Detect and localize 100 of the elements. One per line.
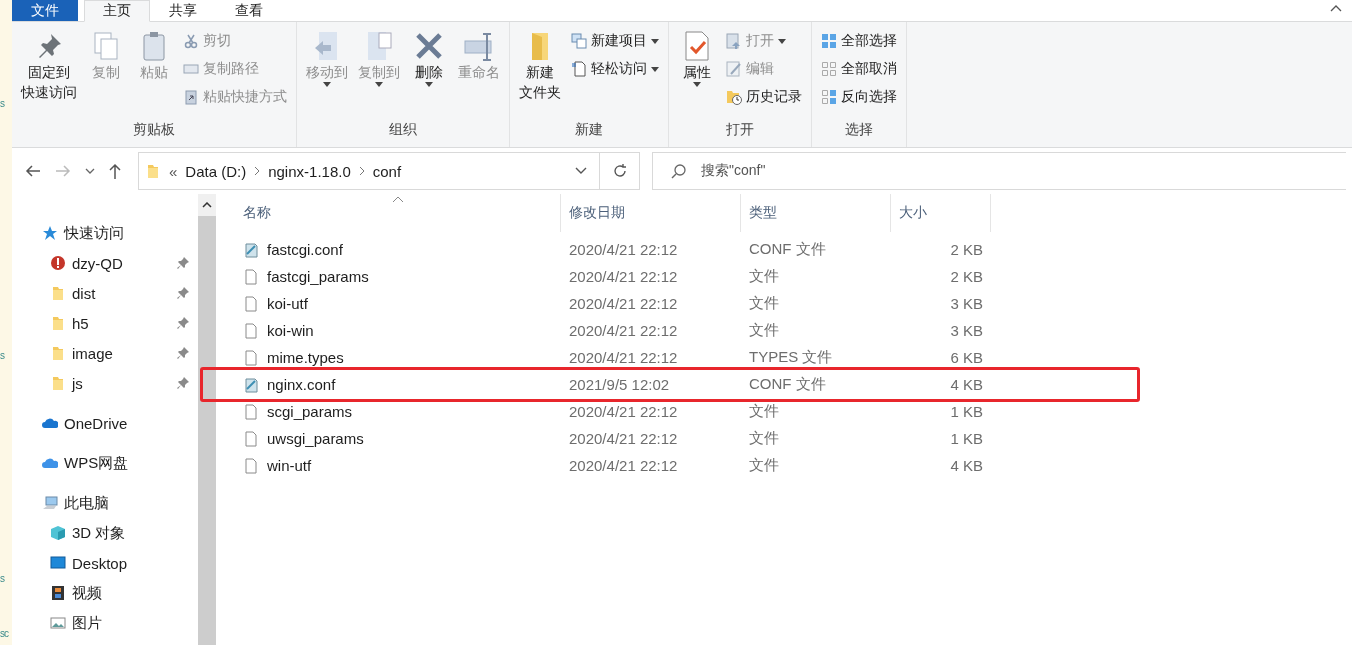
- sidebar-item[interactable]: Desktop: [12, 548, 198, 578]
- refresh-button[interactable]: [600, 152, 640, 190]
- file-name: uwsgi_params: [216, 430, 561, 447]
- file-name: fastcgi.conf: [216, 241, 561, 258]
- sidebar-item[interactable]: image: [12, 338, 198, 368]
- group-label: 组织: [388, 121, 418, 139]
- sidebar-item[interactable]: WPS网盘: [12, 448, 198, 478]
- size-cell-text: 1 KB: [949, 430, 984, 447]
- overflow-chevron[interactable]: «: [169, 162, 178, 180]
- column-header[interactable]: 类型: [741, 194, 891, 232]
- config-file-icon: [243, 376, 259, 393]
- ribbon-button[interactable]: 删除: [407, 28, 451, 89]
- breadcrumb[interactable]: conf: [372, 162, 402, 180]
- sidebar-item[interactable]: 快速访问: [12, 218, 198, 248]
- text-fragment: s: [0, 573, 6, 585]
- date-cell-text: 2020/4/21 22:12: [568, 241, 679, 258]
- file-row[interactable]: koi-utf 2020/4/21 22:12 文件 3 KB: [216, 290, 1352, 317]
- column-header[interactable]: 名称: [216, 194, 561, 232]
- size-cell-text: 4 KB: [949, 376, 984, 393]
- file-row[interactable]: win-utf 2020/4/21 22:12 文件 4 KB: [216, 452, 1352, 479]
- date-cell-text: 2021/9/5 12:02: [568, 376, 671, 393]
- address-bar[interactable]: « Data (D:) nginx-1.18.0 conf: [138, 152, 600, 190]
- file-row[interactable]: uwsgi_params 2020/4/21 22:12 文件 1 KB: [216, 425, 1352, 452]
- back-icon[interactable]: [25, 164, 41, 178]
- ribbon-button[interactable]: 全部选择: [818, 28, 900, 54]
- recent-caret-icon[interactable]: [85, 168, 95, 174]
- history-icon: [726, 89, 742, 105]
- size-cell-text: 6 KB: [949, 349, 984, 366]
- folder-icon: [145, 163, 161, 179]
- sidebar-item[interactable]: js: [12, 368, 198, 398]
- desktop-icon: [50, 555, 66, 571]
- file-row[interactable]: koi-win 2020/4/21 22:12 文件 3 KB: [216, 317, 1352, 344]
- sidebar-item[interactable]: h5: [12, 308, 198, 338]
- file-name: fastcgi_params: [216, 268, 561, 285]
- column-header[interactable]: 大小: [891, 194, 991, 232]
- invert-selection-icon: [821, 89, 837, 105]
- caret-icon: [323, 82, 331, 87]
- text-fragment: s: [0, 350, 6, 362]
- folder-icon: [50, 375, 66, 391]
- size-cell-text: 3 KB: [949, 322, 984, 339]
- file-name: koi-utf: [216, 295, 561, 312]
- date-cell-text: 2020/4/21 22:12: [568, 322, 679, 339]
- type-cell-text: CONF 文件: [748, 375, 827, 394]
- select-all-icon: [821, 33, 837, 49]
- ribbon-button[interactable]: 属性: [675, 28, 719, 89]
- refresh-icon: [611, 163, 628, 179]
- folder-icon: [50, 285, 66, 301]
- up-icon[interactable]: [109, 163, 121, 179]
- search-field[interactable]: 搜索"conf": [652, 152, 1346, 190]
- shortcut-icon: [183, 89, 199, 105]
- file-icon: [243, 349, 259, 366]
- text-fragment: sc: [0, 628, 10, 640]
- open-icon: [726, 33, 742, 49]
- film-icon: [50, 585, 66, 601]
- file-menu-tab[interactable]: 文件: [12, 0, 78, 21]
- path-icon: [183, 61, 199, 77]
- search-icon: [671, 163, 687, 179]
- size-cell-text: 2 KB: [949, 241, 984, 258]
- size-cell-text: 2 KB: [949, 268, 984, 285]
- caret-up-icon: [202, 202, 212, 208]
- caret-icon: [375, 82, 383, 87]
- type-cell-text: TYPES 文件: [748, 348, 834, 367]
- sidebar-item[interactable]: dist: [12, 278, 198, 308]
- computer-icon: [42, 495, 58, 511]
- ribbon-button[interactable]: 全部取消: [818, 56, 900, 82]
- sidebar-item[interactable]: dzy-QD: [12, 248, 198, 278]
- type-cell-text: 文件: [748, 267, 780, 286]
- breadcrumb[interactable]: nginx-1.18.0: [268, 162, 351, 180]
- column-header[interactable]: 修改日期: [561, 194, 741, 232]
- collapse-ribbon-icon[interactable]: [1330, 4, 1342, 12]
- sidebar-item[interactable]: 此电脑: [12, 488, 198, 518]
- ribbon-button[interactable]: 反向选择: [818, 84, 900, 110]
- date-cell-text: 2020/4/21 22:12: [568, 403, 679, 420]
- ribbon-tab[interactable]: 主页: [84, 0, 150, 22]
- size-cell-text: 3 KB: [949, 295, 984, 312]
- breadcrumb[interactable]: Data (D:): [185, 162, 247, 180]
- file-name: nginx.conf: [216, 376, 561, 393]
- scroll-up-button[interactable]: [198, 194, 216, 216]
- size-cell-text: 4 KB: [949, 457, 984, 474]
- file-name: mime.types: [216, 349, 561, 366]
- ribbon-button[interactable]: 新建项目: [568, 28, 662, 54]
- ribbon-button[interactable]: 新建 文件夹: [516, 28, 564, 104]
- dropdown-caret-icon[interactable]: [575, 167, 587, 175]
- scrollbar[interactable]: [198, 194, 216, 645]
- sidebar-item[interactable]: 3D 对象: [12, 518, 198, 548]
- ribbon-button[interactable]: 历史记录: [723, 84, 805, 110]
- ribbon-button[interactable]: 固定到 快速访问: [18, 28, 80, 104]
- type-cell-text: 文件: [748, 429, 780, 448]
- group-label: 选择: [844, 121, 874, 139]
- highlighted-file-row[interactable]: nginx.conf 2021/9/5 12:02 CONF 文件 4 KB: [200, 367, 1140, 402]
- file-row[interactable]: fastcgi_params 2020/4/21 22:12 文件 2 KB: [216, 263, 1352, 290]
- sidebar-item[interactable]: 图片: [12, 608, 198, 638]
- file-row[interactable]: fastcgi.conf 2020/4/21 22:12 CONF 文件 2 KB: [216, 236, 1352, 263]
- group-label: 新建: [574, 121, 604, 139]
- ribbon-button[interactable]: 轻松访问: [568, 56, 662, 82]
- size-cell-text: 1 KB: [949, 403, 984, 420]
- date-cell-text: 2020/4/21 22:12: [568, 295, 679, 312]
- sidebar-item[interactable]: OneDrive: [12, 408, 198, 438]
- star-icon: [42, 225, 58, 241]
- sidebar-item[interactable]: 视频: [12, 578, 198, 608]
